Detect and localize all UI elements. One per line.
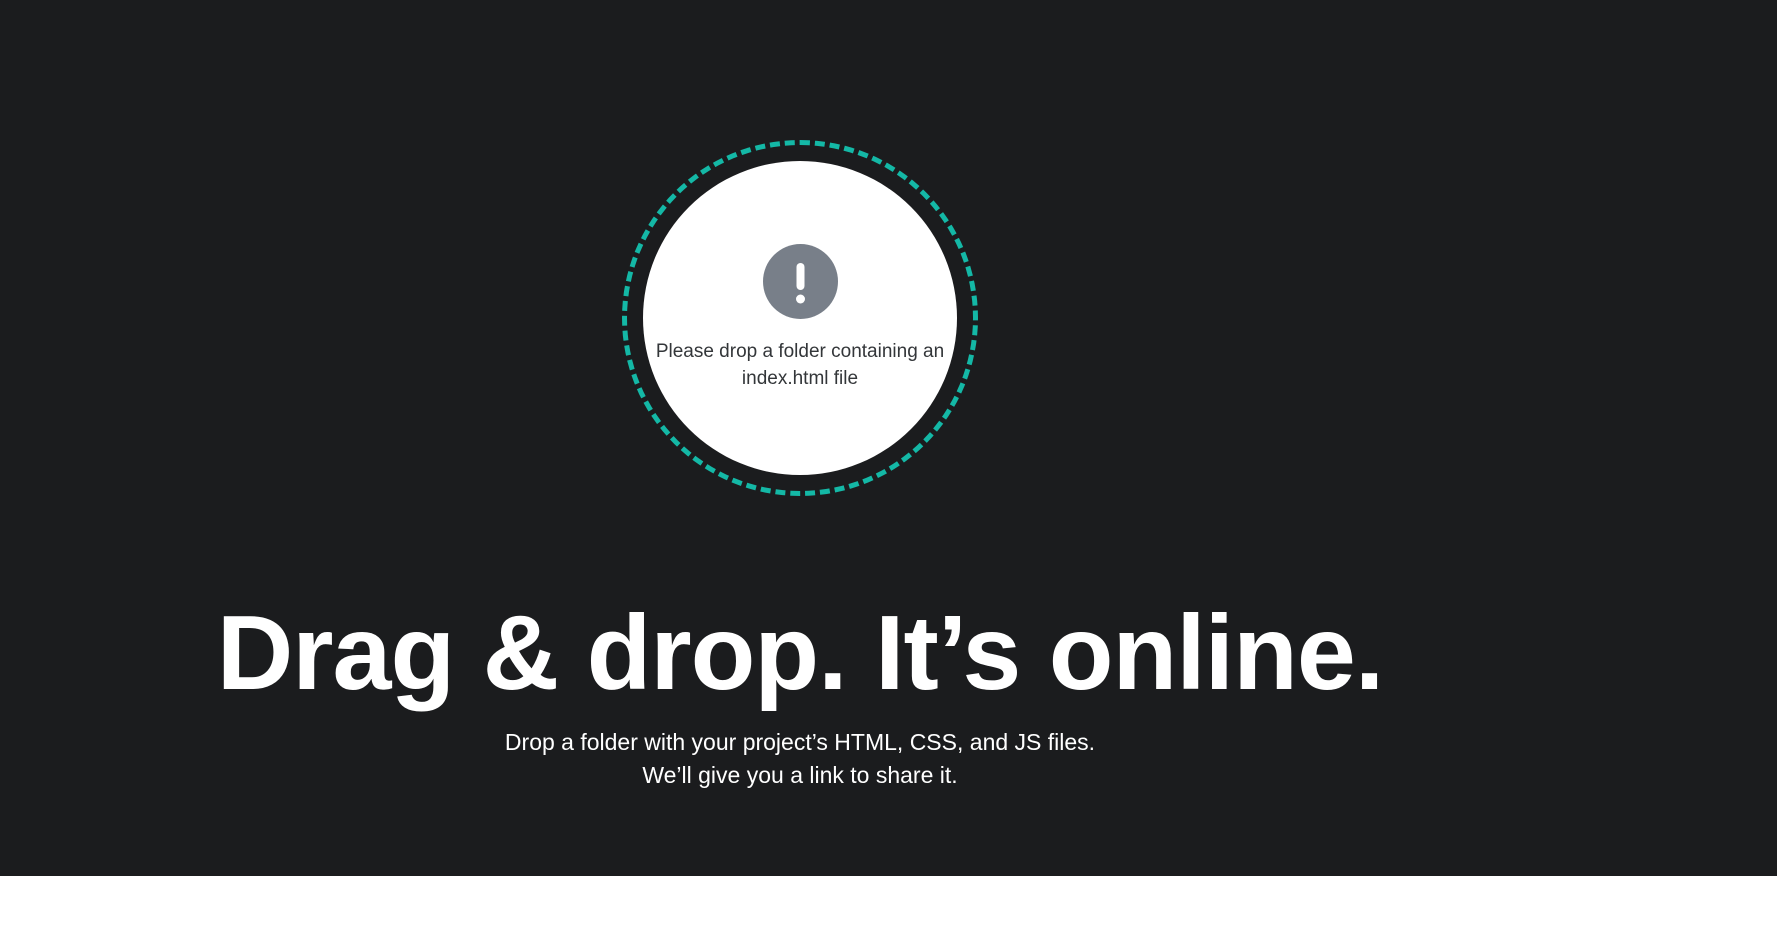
hero-section: Please drop a folder containing an index…: [0, 0, 1777, 876]
exclamation-circle-icon: [763, 244, 838, 319]
folder-dropzone[interactable]: Please drop a folder containing an index…: [622, 140, 978, 496]
hero-subline: Drop a folder with your project’s HTML, …: [504, 729, 1096, 755]
hero-subline-share: We’ll give you a link to share it.: [642, 762, 958, 788]
dropzone-circle[interactable]: Please drop a folder containing an index…: [643, 161, 957, 475]
dropzone-message: Please drop a folder containing an index…: [655, 341, 945, 389]
hero-headline: Drag & drop. It’s online.: [216, 594, 1385, 712]
